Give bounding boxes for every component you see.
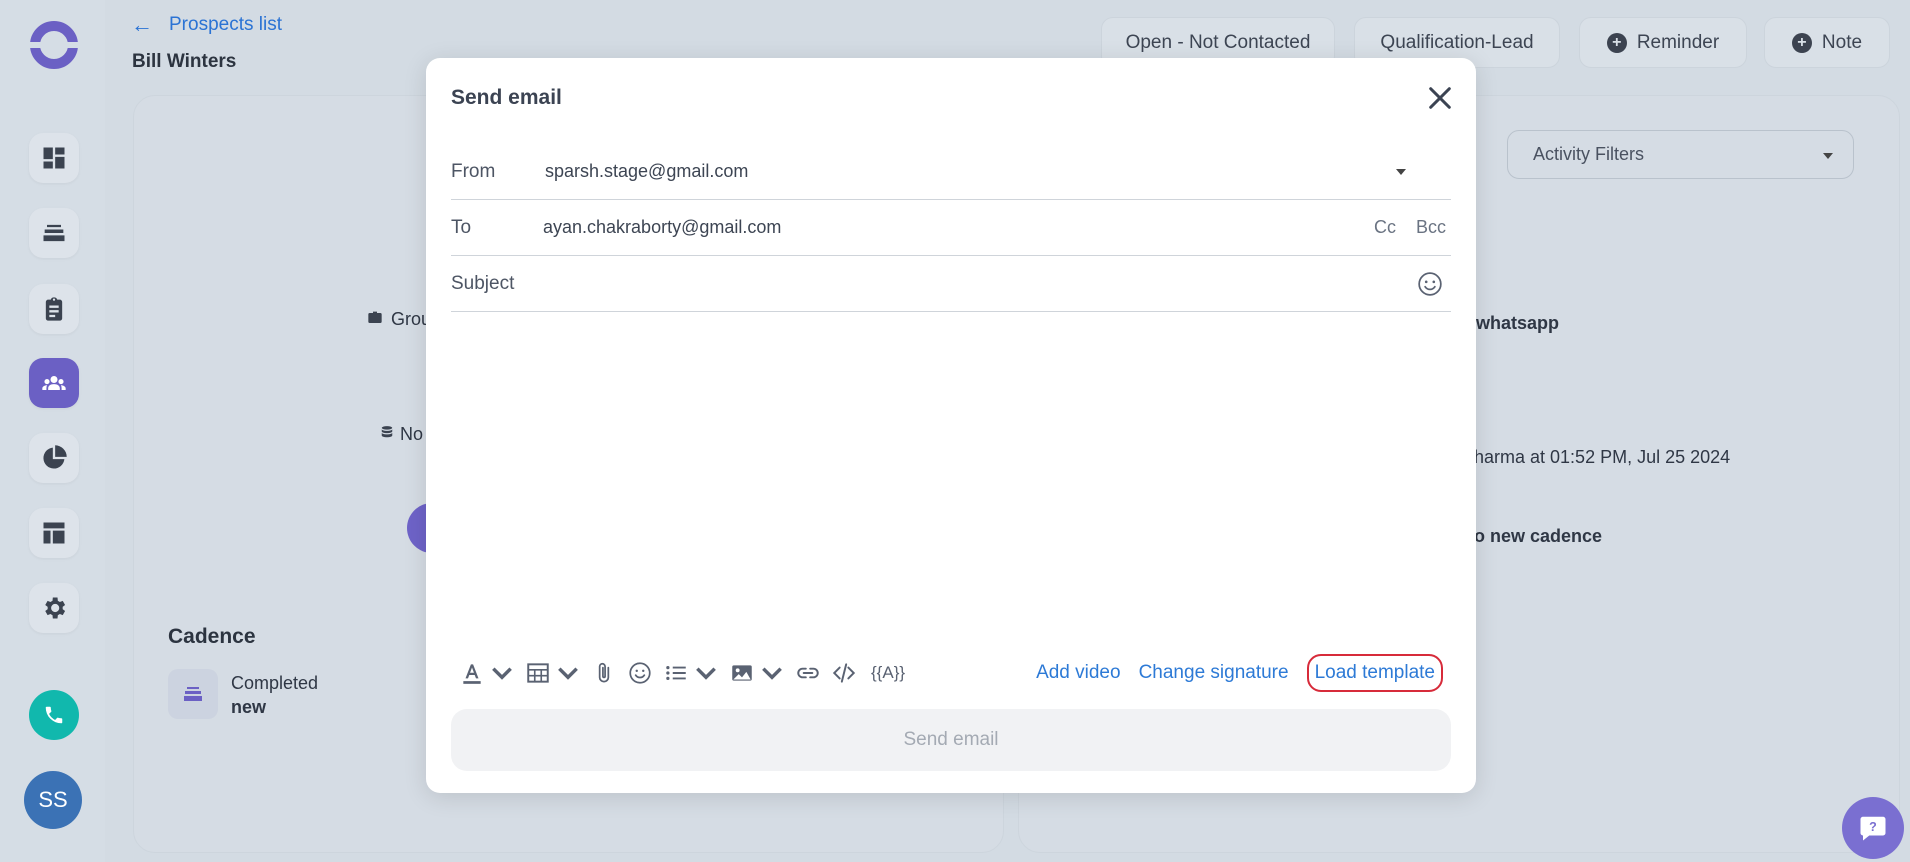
sidebar-item-tasks[interactable] — [29, 284, 79, 334]
reminder-button[interactable]: + Reminder — [1579, 17, 1747, 68]
reminder-button-label: Reminder — [1636, 31, 1720, 53]
emoji-icon — [629, 662, 651, 684]
code-button[interactable] — [831, 660, 857, 686]
sidebar-item-templates[interactable] — [29, 508, 79, 558]
subject-label: Subject — [451, 272, 515, 294]
status-button-label: Open - Not Contacted — [1125, 31, 1311, 53]
link-button[interactable] — [795, 660, 821, 686]
back-label: Prospects list — [169, 14, 282, 35]
toolbar-actions: Add video Change signature Load template — [1036, 648, 1443, 698]
dashboard-icon — [43, 147, 65, 169]
add-video-button[interactable]: Add video — [1036, 662, 1121, 684]
cadence-title: Cadence — [168, 625, 256, 648]
notes-label: No — [400, 424, 424, 444]
text-color-icon — [463, 664, 481, 684]
activity-timestamp: harma at 01:52 PM, Jul 25 2024 — [1474, 447, 1731, 467]
arrow-left-icon: ← — [131, 12, 153, 37]
image-icon — [732, 665, 752, 681]
notes-field: No — [380, 424, 423, 445]
activity-cadence: o new cadence — [1474, 526, 1603, 546]
from-label: From — [451, 160, 496, 182]
subject-input[interactable] — [545, 273, 1417, 294]
bcc-button[interactable]: Bcc — [1416, 217, 1446, 238]
back-to-prospects-link[interactable]: ← Prospects list — [131, 12, 282, 38]
sidebar: SS — [0, 0, 105, 862]
cc-button[interactable]: Cc — [1374, 217, 1396, 238]
variable-button[interactable]: {{A}} — [871, 663, 905, 683]
link-icon — [797, 667, 819, 679]
people-icon — [42, 376, 66, 390]
plus-circle-icon: + — [1791, 32, 1812, 53]
chevron-down-icon — [492, 667, 512, 680]
stage-button-label: Qualification-Lead — [1380, 31, 1534, 53]
tasks-icon — [45, 297, 63, 321]
templates-icon — [43, 522, 65, 544]
to-label: To — [451, 216, 472, 238]
text-color-button[interactable] — [459, 660, 515, 686]
note-button-label: Note — [1821, 31, 1863, 53]
help-button[interactable]: ? — [1842, 797, 1904, 859]
bullet-list-icon — [666, 665, 686, 681]
sidebar-item-settings[interactable] — [29, 583, 79, 633]
change-signature-button[interactable]: Change signature — [1139, 662, 1289, 684]
settings-icon — [45, 597, 66, 619]
svg-text:?: ? — [1869, 820, 1877, 834]
activity-filter-label: Activity Filters — [1533, 144, 1645, 164]
chevron-down-icon — [696, 667, 716, 680]
activity-filter-dropdown[interactable]: Activity Filters — [1507, 130, 1854, 179]
plus-circle-icon: + — [1606, 32, 1627, 53]
chevron-down-icon — [762, 667, 782, 680]
code-icon — [832, 663, 856, 683]
caret-down-icon[interactable] — [1396, 168, 1406, 175]
phone-icon — [45, 706, 63, 724]
emoji-button[interactable] — [627, 660, 653, 686]
to-input[interactable]: ayan.chakraborty@gmail.com — [543, 217, 1354, 238]
editor-toolbar: {{A}} Add video Change signature Load te… — [451, 648, 1451, 698]
sidebar-item-people[interactable] — [29, 358, 79, 408]
emoji-icon[interactable] — [1417, 271, 1443, 297]
avatar[interactable]: SS — [24, 771, 82, 829]
list-button[interactable] — [663, 660, 719, 686]
table-icon — [527, 663, 549, 683]
table-button[interactable] — [525, 660, 581, 686]
sidebar-item-reports[interactable] — [29, 433, 79, 483]
page-title: Bill Winters — [132, 51, 237, 72]
cadence-name[interactable]: new — [231, 697, 266, 718]
attach-button[interactable] — [591, 660, 617, 686]
chevron-down-icon — [558, 667, 578, 680]
reports-icon — [43, 445, 67, 469]
help-chat-icon: ? — [1860, 816, 1886, 841]
image-button[interactable] — [729, 660, 785, 686]
send-email-modal: Send email From sparsh.stage@gmail.com T… — [426, 58, 1476, 793]
cadence-status: Completed — [231, 673, 319, 693]
note-button[interactable]: + Note — [1764, 17, 1890, 68]
from-select[interactable]: sparsh.stage@gmail.com — [545, 161, 1396, 182]
activity-whatsapp: whatsapp — [1476, 313, 1560, 333]
group-field: Grou — [367, 309, 431, 330]
from-row: From sparsh.stage@gmail.com — [451, 144, 1451, 200]
subject-row: Subject — [451, 256, 1451, 312]
database-icon — [380, 424, 394, 445]
email-body-editor[interactable] — [451, 318, 1451, 648]
call-button[interactable] — [29, 690, 79, 740]
cadence-icon — [43, 224, 65, 242]
app-logo[interactable] — [29, 20, 79, 70]
send-email-button[interactable]: Send email — [451, 709, 1451, 771]
load-template-button[interactable]: Load template — [1306, 654, 1443, 692]
paperclip-icon — [598, 662, 610, 683]
caret-down-icon — [1823, 153, 1833, 159]
to-row: To ayan.chakraborty@gmail.com Cc Bcc — [451, 200, 1451, 256]
cadence-item-icon — [168, 669, 218, 719]
sidebar-item-cadence[interactable] — [29, 208, 79, 258]
briefcase-icon — [367, 309, 383, 330]
sidebar-item-dashboard[interactable] — [29, 133, 79, 183]
close-icon[interactable] — [1426, 84, 1454, 112]
modal-title: Send email — [451, 86, 562, 109]
